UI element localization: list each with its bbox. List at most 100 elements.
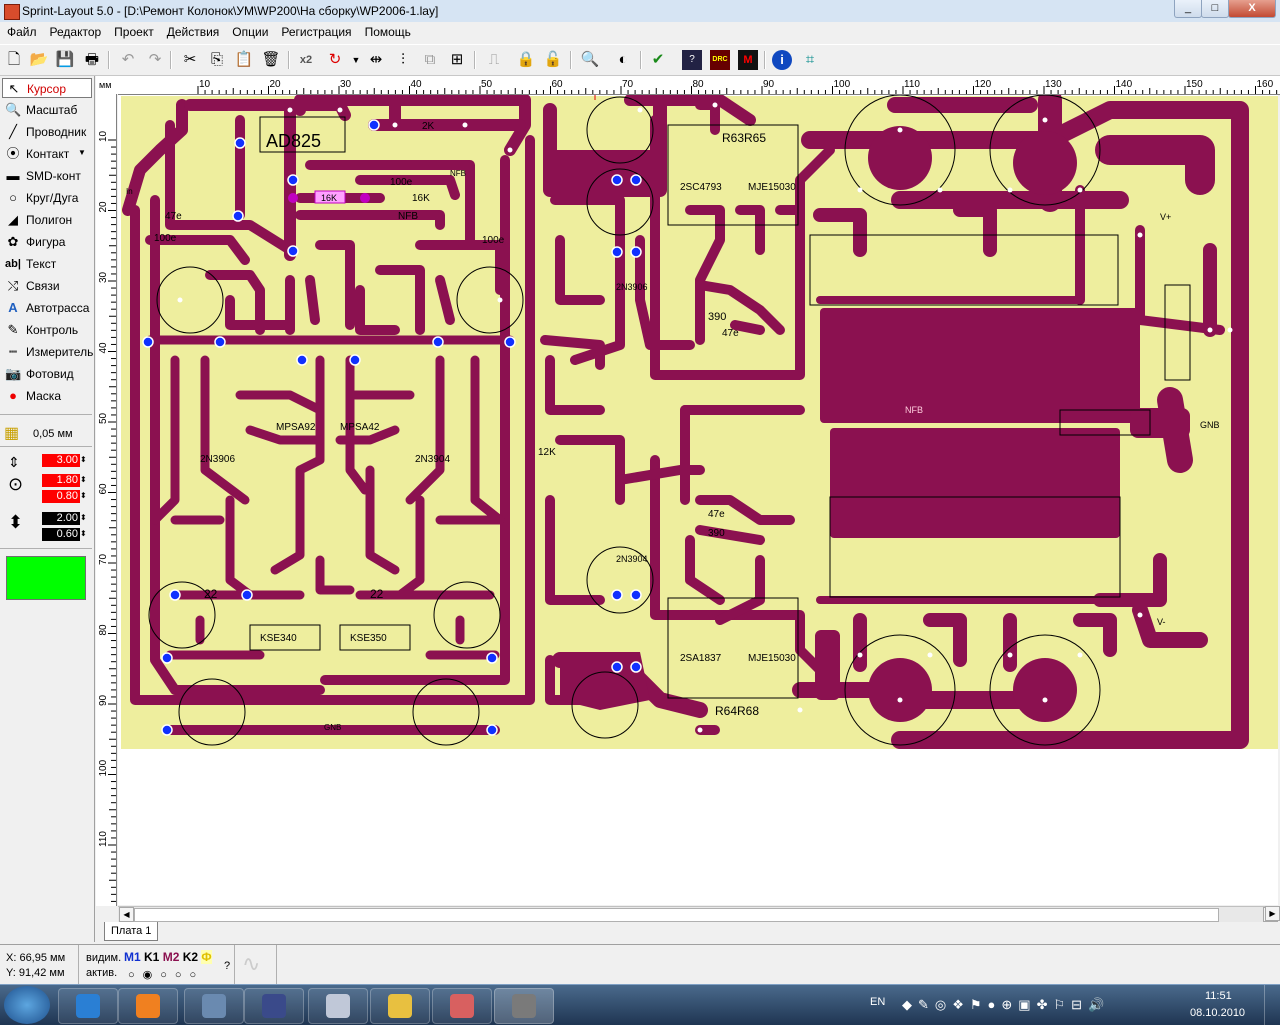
language-indicator[interactable]: EN	[870, 996, 885, 1008]
group-icon[interactable]: ⧉	[420, 50, 440, 70]
tool-circle[interactable]: ○ Круг/Дуга	[2, 188, 90, 208]
scroll-down-icon[interactable]: ▶	[1265, 906, 1280, 921]
rotate-dropdown-icon[interactable]: ▼	[346, 50, 366, 70]
scroll-left-icon[interactable]: ◀	[119, 907, 134, 922]
taskbar-paint[interactable]	[432, 988, 492, 1024]
start-button[interactable]	[4, 986, 50, 1024]
track-width-field[interactable]: 3.00	[42, 454, 80, 467]
layer-m2[interactable]: M2	[163, 950, 180, 964]
crop-icon[interactable]: ⌗	[800, 50, 820, 70]
horizontal-scrollbar[interactable]: ◀ ▶	[118, 906, 1278, 922]
rotate-icon[interactable]: ↻	[325, 50, 345, 70]
menu-registration[interactable]: Регистрация	[274, 22, 357, 39]
layer-k2[interactable]: K2	[183, 950, 198, 964]
layer-visibility[interactable]: M1 K1 M2 K2 Ф	[124, 950, 212, 964]
scroll-thumb[interactable]	[134, 908, 1219, 922]
grid-icon[interactable]: ▦	[4, 425, 22, 443]
tool-autoroute[interactable]: A Автотрасса	[2, 298, 90, 318]
help-button[interactable]: ?	[224, 960, 230, 972]
tool-smd-pad[interactable]: ▬ SMD-конт	[2, 166, 90, 186]
align-icon[interactable]: ⫶	[393, 50, 413, 70]
save-icon[interactable]: 💾	[55, 50, 75, 70]
menu-actions[interactable]: Действия	[160, 22, 226, 39]
info-icon[interactable]: i	[772, 50, 792, 70]
menu-edit[interactable]: Редактор	[43, 22, 108, 39]
ruler-tick-label: 70	[98, 553, 109, 565]
tool-zoom[interactable]: 🔍 Масштаб	[2, 100, 90, 120]
tool-connections[interactable]: ⤭ Связи	[2, 276, 90, 296]
pcb-board-drawing[interactable]: AD825 2K 100e 16K 16K NFB NFB 47e In 100…	[118, 95, 1278, 905]
layer-k1[interactable]: K1	[144, 950, 159, 964]
taskbar-ie[interactable]	[58, 988, 118, 1024]
taskbar-save-app[interactable]	[244, 988, 304, 1024]
menu-file[interactable]: Файл	[0, 22, 43, 39]
paste-icon[interactable]: 📋	[234, 50, 254, 70]
smd-height-field[interactable]: 0.60	[42, 528, 80, 541]
tool-cursor[interactable]: ↖ Курсор	[2, 78, 92, 98]
cursor-icon: ↖	[8, 81, 20, 96]
x2-icon[interactable]: x2	[296, 50, 316, 70]
tool-polygon[interactable]: ◢ Полигон	[2, 210, 90, 230]
cut-icon[interactable]: ✂	[180, 50, 200, 70]
pad-outer-stepper[interactable]: ⬍	[80, 475, 87, 484]
smd-width-stepper[interactable]: ⬍	[80, 513, 87, 522]
smd-width-field[interactable]: 2.00	[42, 512, 80, 525]
open-folder-icon[interactable]: 📂	[29, 50, 49, 70]
ruler-tick-label: 80	[693, 79, 705, 90]
pad-inner-stepper[interactable]: ⬍	[80, 491, 87, 500]
smd-height-stepper[interactable]: ⬍	[80, 529, 87, 538]
tool-photoview[interactable]: 📷 Фотовид	[2, 364, 90, 384]
taskbar-calculator[interactable]	[308, 988, 368, 1024]
mask-icon[interactable]: ◐	[613, 50, 633, 70]
maximize-button[interactable]: □	[1201, 0, 1229, 18]
macro-icon[interactable]: M	[738, 50, 758, 70]
tool-pad[interactable]: ⦿ Контакт ▼	[2, 144, 90, 164]
zoom-icon[interactable]: 🔍	[580, 50, 600, 70]
menu-help[interactable]: Помощь	[358, 22, 417, 39]
pcb-canvas[interactable]: AD825 2K 100e 16K 16K NFB NFB 47e In 100…	[118, 95, 1278, 905]
drc-icon[interactable]: DRC	[710, 50, 730, 70]
taskbar-sprint-layout[interactable]	[494, 988, 554, 1024]
menu-project[interactable]: Проект	[107, 22, 160, 39]
tool-test[interactable]: ✎ Контроль	[2, 320, 90, 340]
grid-value[interactable]: 0,05 мм	[33, 428, 73, 440]
new-file-icon[interactable]: 🗋	[4, 50, 24, 70]
copy-icon[interactable]: ⎘	[207, 50, 227, 70]
active-layer-radios[interactable]: ○◉○○○	[128, 968, 204, 981]
tool-track[interactable]: ╱ Проводник	[2, 122, 90, 142]
layer-f[interactable]: Ф	[201, 950, 212, 964]
pad-inner-field[interactable]: 0.80	[42, 490, 80, 503]
layer-m1[interactable]: M1	[124, 950, 141, 964]
layer-icon[interactable]: ⎍	[484, 50, 504, 70]
tab-board-1[interactable]: Плата 1	[104, 922, 159, 941]
taskbar-media-player[interactable]	[118, 988, 178, 1024]
taskbar-network[interactable]	[184, 988, 244, 1024]
tool-shape[interactable]: ✿ Фигура	[2, 232, 90, 252]
minimize-button[interactable]: _	[1174, 0, 1202, 18]
tool-measure[interactable]: ┉ Измеритель	[2, 342, 93, 362]
unlock-icon[interactable]: 🔓	[543, 50, 563, 70]
layer-color-swatch[interactable]	[6, 556, 86, 600]
pad-dropdown-icon[interactable]: ▼	[78, 148, 86, 157]
lock-icon[interactable]: 🔒	[516, 50, 536, 70]
track-width-stepper[interactable]: ⬍	[80, 455, 87, 464]
tray-icons[interactable]: ◆✎◎❖⚑●⊕▣✤⚐⊟🔊	[902, 997, 1152, 1013]
tool-text[interactable]: ab| Текст	[2, 254, 90, 274]
delete-icon[interactable]: 🗑	[261, 50, 281, 70]
resistor-label: 47e	[708, 509, 725, 520]
undo-icon[interactable]: ↶	[118, 50, 138, 70]
show-desktop-button[interactable]	[1264, 985, 1280, 1025]
drc-check-icon[interactable]: ✔	[648, 50, 668, 70]
taskbar-explorer[interactable]	[370, 988, 430, 1024]
taskbar: EN ◆✎◎❖⚑●⊕▣✤⚐⊟🔊 11:51 08.10.2010	[0, 984, 1280, 1025]
mirror-icon[interactable]: ⇹	[366, 50, 386, 70]
properties-icon[interactable]: ?	[682, 50, 702, 70]
print-icon[interactable]: 🖶	[82, 50, 102, 70]
close-button[interactable]: X	[1228, 0, 1276, 18]
pad-outer-field[interactable]: 1.80	[42, 474, 80, 487]
active-label: актив.	[86, 967, 118, 979]
tool-solder-mask[interactable]: ● Маска	[2, 386, 90, 406]
redo-icon[interactable]: ↷	[145, 50, 165, 70]
ungroup-icon[interactable]: ⊞	[447, 50, 467, 70]
menu-options[interactable]: Опции	[225, 22, 274, 39]
